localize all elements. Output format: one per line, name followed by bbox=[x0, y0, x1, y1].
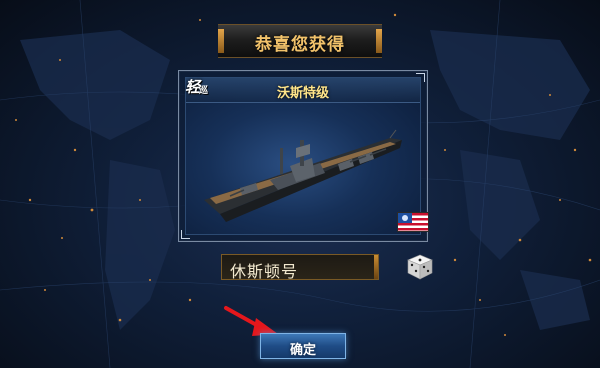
ship-type-main: 轻 bbox=[185, 77, 201, 96]
card-corner-decoration bbox=[181, 230, 190, 239]
ship-class-bar: 沃斯特级 bbox=[186, 78, 420, 103]
dice-icon[interactable] bbox=[402, 251, 436, 281]
dialog-title-bar: 恭喜您获得 bbox=[218, 24, 382, 58]
ship-type-badge: 轻 巡 bbox=[185, 75, 215, 97]
ship-card-panel: 沃斯特级 bbox=[185, 77, 429, 235]
ship-name-value: 休斯顿号 bbox=[230, 262, 299, 281]
game-screen: 恭喜您获得 沃斯特级 轻 巡 休斯顿号 确定 bbox=[0, 0, 600, 368]
card-corner-decoration bbox=[416, 73, 425, 82]
confirm-button[interactable]: 确定 bbox=[260, 333, 346, 359]
usa-flag-icon bbox=[397, 212, 429, 232]
cruiser-ship-image bbox=[204, 129, 402, 222]
ship-class-label: 沃斯特级 bbox=[276, 86, 329, 101]
dialog-title: 恭喜您获得 bbox=[255, 35, 345, 55]
ship-name-input[interactable]: 休斯顿号 bbox=[221, 254, 379, 281]
reward-ship-card: 沃斯特级 轻 巡 bbox=[178, 70, 429, 242]
ship-type-sub: 巡 bbox=[199, 85, 209, 96]
confirm-button-label: 确定 bbox=[289, 343, 316, 358]
